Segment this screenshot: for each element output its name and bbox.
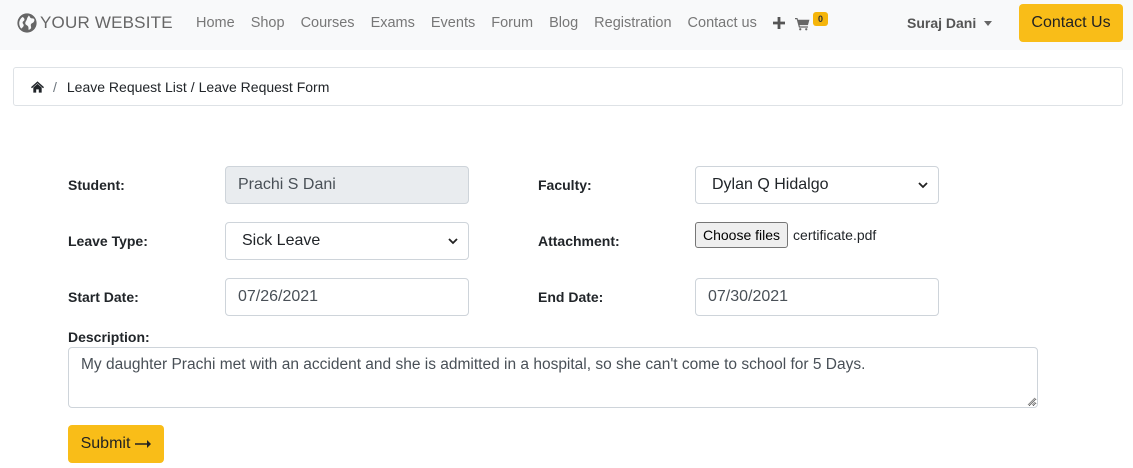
nav-menu: Home Shop Courses Exams Events Forum Blo…	[188, 0, 793, 46]
start-date-value: 07/26/2021	[238, 288, 319, 305]
nav-link-registration[interactable]: Registration	[586, 15, 679, 31]
brand-logo[interactable]: YOUR WEBSITE	[16, 11, 173, 35]
user-name: Suraj Dani	[907, 15, 977, 31]
nav-link-shop[interactable]: Shop	[243, 15, 293, 31]
nav-link-blog[interactable]: Blog	[541, 15, 586, 31]
end-date-label: End Date:	[538, 289, 604, 305]
description-value: My daughter Prachi met with an accident …	[81, 356, 866, 373]
end-date-value: 07/30/2021	[708, 288, 789, 305]
chevron-down-icon	[918, 181, 928, 188]
user-menu-toggle[interactable]: Suraj Dani	[907, 13, 993, 33]
cart-icon	[795, 18, 810, 31]
breadcrumb-leave-request-list[interactable]: Leave Request List	[67, 79, 187, 95]
breadcrumb: / Leave Request List / Leave Request For…	[13, 67, 1123, 106]
plus-icon[interactable]	[765, 17, 793, 29]
choose-files-button[interactable]: Choose files	[695, 222, 789, 248]
nav-link-forum[interactable]: Forum	[483, 15, 541, 31]
top-navbar: YOUR WEBSITE Home Shop Courses Exams Eve…	[0, 0, 1133, 50]
end-date-input[interactable]: 07/30/2021	[695, 278, 939, 316]
resize-handle-icon[interactable]	[1027, 397, 1036, 406]
submit-label: Submit	[80, 435, 131, 452]
student-value: Prachi S Dani	[238, 176, 336, 193]
breadcrumb-separator: /	[53, 78, 57, 95]
start-date-label: Start Date:	[68, 289, 139, 305]
faculty-label: Faculty:	[538, 177, 592, 193]
nav-link-contact-us[interactable]: Contact us	[680, 15, 765, 31]
nav-link-exams[interactable]: Exams	[363, 15, 423, 31]
cart-count-badge: 0	[813, 12, 828, 26]
nav-link-courses[interactable]: Courses	[293, 15, 363, 31]
description-label: Description:	[68, 329, 150, 345]
arrow-right-icon	[135, 440, 152, 448]
leave-type-selected-value: Sick Leave	[242, 232, 321, 249]
student-field: Prachi S Dani	[225, 166, 469, 204]
home-icon[interactable]	[31, 80, 44, 93]
breadcrumb-current: Leave Request Form	[198, 78, 330, 95]
attachment-file-input: Choose files certificate.pdf	[695, 222, 876, 248]
faculty-selected-value: Dylan Q Hidalgo	[712, 176, 829, 193]
brand-name: YOUR WEBSITE	[40, 13, 173, 32]
start-date-input[interactable]: 07/26/2021	[225, 278, 469, 316]
caret-down-icon	[984, 20, 993, 26]
student-label: Student:	[68, 177, 125, 193]
cart-button[interactable]: 0	[795, 11, 835, 35]
attachment-label: Attachment:	[538, 233, 620, 249]
submit-button[interactable]: Submit	[68, 425, 164, 463]
contact-us-button[interactable]: Contact Us	[1019, 4, 1123, 42]
nav-link-events[interactable]: Events	[423, 15, 483, 31]
leave-type-select[interactable]: Sick Leave	[225, 222, 469, 260]
breadcrumb-separator: /	[190, 78, 195, 95]
description-textarea[interactable]: My daughter Prachi met with an accident …	[68, 347, 1038, 408]
chevron-down-icon	[448, 237, 458, 244]
attachment-file-name: certificate.pdf	[793, 227, 877, 243]
nav-link-home[interactable]: Home	[188, 15, 243, 31]
faculty-select[interactable]: Dylan Q Hidalgo	[695, 166, 939, 204]
globe-icon	[17, 13, 37, 33]
leave-type-label: Leave Type:	[68, 233, 148, 249]
